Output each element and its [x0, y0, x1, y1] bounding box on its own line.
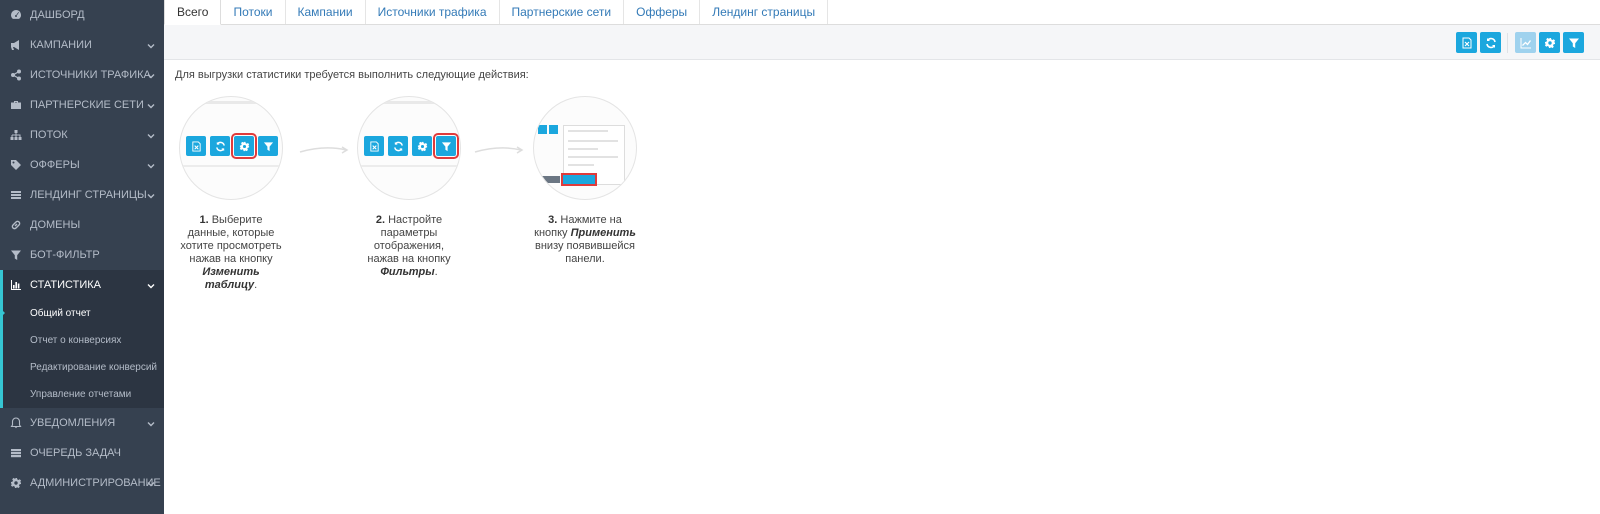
step-2-illustration [357, 96, 461, 200]
nav-flow-label: ПОТОК [30, 129, 68, 141]
tab-flows[interactable]: Потоки [221, 0, 286, 24]
sitemap-icon [9, 128, 23, 142]
filter-icon [433, 133, 459, 159]
nav-partner-networks[interactable]: ПАРТНЕРСКИЕ СЕТИ [0, 90, 164, 120]
step-3: 3. Нажмите на кнопку Применить внизу поя… [533, 96, 637, 266]
tasks-icon [9, 446, 23, 460]
share-icon [9, 68, 23, 82]
nav-partner-networks-label: ПАРТНЕРСКИЕ СЕТИ [30, 99, 144, 111]
report-tabs: Всего Потоки Кампании Источники трафика … [164, 0, 1600, 25]
export-excel-button[interactable] [1456, 32, 1477, 53]
nav-administration-label: АДМИНИСТРИРОВАНИЕ [30, 477, 161, 489]
sub-manage-reports[interactable]: Управление отчетами [3, 381, 164, 408]
nav-traffic-sources-label: ИСТОЧНИКИ ТРАФИКА [30, 69, 151, 81]
toolbar [164, 25, 1600, 60]
chevron-down-icon [147, 281, 155, 289]
chevron-down-icon [147, 191, 155, 199]
nav-domains[interactable]: ДОМЕНЫ [0, 210, 164, 240]
filter-panel-mockup [534, 125, 628, 187]
nav-flow[interactable]: ПОТОК [0, 120, 164, 150]
instructions-intro: Для выгрузки статистики требуется выполн… [175, 69, 529, 81]
tab-partner-networks[interactable]: Партнерские сети [500, 0, 625, 24]
tags-icon [9, 158, 23, 172]
nav-offers-label: ОФФЕРЫ [30, 159, 80, 171]
nav-administration[interactable]: АДМИНИСТРИРОВАНИЕ [0, 468, 164, 498]
sub-conversions-report[interactable]: Отчет о конверсиях [3, 327, 164, 354]
nav-dashboard[interactable]: ДАШБОРД [0, 0, 164, 30]
refresh-icon [210, 136, 230, 156]
chevron-down-icon [147, 131, 155, 139]
tab-offers[interactable]: Офферы [624, 0, 701, 24]
chevron-down-icon [147, 419, 155, 427]
chevron-down-icon [147, 101, 155, 109]
filters-button[interactable] [1563, 32, 1584, 53]
cog-icon [231, 133, 257, 159]
refresh-icon [1485, 37, 1496, 48]
step-3-text: 3. Нажмите на кнопку Применить внизу поя… [534, 214, 636, 265]
nav-statistics[interactable]: СТАТИСТИКА [0, 270, 164, 300]
main-content: Всего Потоки Кампании Источники трафика … [164, 0, 1600, 514]
line-chart-icon [1520, 37, 1531, 48]
step-1-text: 1. Выберите данные, которые хотите просм… [180, 214, 282, 291]
chevron-down-icon [147, 161, 155, 169]
nav-notifications[interactable]: УВЕДОМЛЕНИЯ [0, 408, 164, 438]
filter-icon [1568, 38, 1579, 48]
step-1-illustration [179, 96, 283, 200]
list-icon [9, 188, 23, 202]
excel-icon [1462, 37, 1471, 48]
bullhorn-icon [9, 38, 23, 52]
nav-offers[interactable]: ОФФЕРЫ [0, 150, 164, 180]
nav-task-queue[interactable]: ОЧЕРЕДЬ ЗАДАЧ [0, 438, 164, 468]
tab-traffic-sources[interactable]: Источники трафика [366, 0, 500, 24]
apply-button-highlight [561, 173, 597, 186]
briefcase-icon [9, 98, 23, 112]
step-3-illustration [533, 96, 637, 200]
sub-edit-conversions[interactable]: Редактирование конверсий [3, 354, 164, 381]
nav-task-queue-label: ОЧЕРЕДЬ ЗАДАЧ [30, 447, 121, 459]
nav-bot-filter-label: БОТ-ФИЛЬТР [30, 249, 100, 261]
nav-traffic-sources[interactable]: ИСТОЧНИКИ ТРАФИКА [0, 60, 164, 90]
arrow-icon [473, 143, 527, 157]
chart-toggle-button[interactable] [1515, 32, 1536, 53]
cog-icon [1544, 37, 1555, 48]
step-2-text: 2. Настройте параметры отображения, нажа… [367, 214, 451, 278]
toolbar-divider [1507, 33, 1508, 53]
cog-icon [9, 476, 23, 490]
step-2: 2. Настройте параметры отображения, нажа… [357, 96, 461, 279]
refresh-button[interactable] [1480, 32, 1501, 53]
chevron-down-icon [147, 479, 155, 487]
sidebar: ДАШБОРД КАМПАНИИ ИСТОЧНИКИ ТРАФИКА ПАРТН… [0, 0, 164, 514]
nav-notifications-label: УВЕДОМЛЕНИЯ [30, 417, 116, 429]
nav-campaigns-label: КАМПАНИИ [30, 39, 92, 51]
nav-dashboard-label: ДАШБОРД [30, 9, 85, 21]
nav-bot-filter[interactable]: БОТ-ФИЛЬТР [0, 240, 164, 270]
chevron-down-icon [147, 71, 155, 79]
nav-campaigns[interactable]: КАМПАНИИ [0, 30, 164, 60]
excel-icon [364, 136, 384, 156]
bell-icon [9, 416, 23, 430]
tab-total[interactable]: Всего [164, 0, 222, 25]
edit-table-button[interactable] [1539, 32, 1560, 53]
chevron-down-icon [147, 41, 155, 49]
sub-general-report[interactable]: Общий отчет [0, 300, 164, 327]
nav-landing-pages-label: ЛЕНДИНГ СТРАНИЦЫ [30, 189, 147, 201]
cog-icon [412, 136, 432, 156]
nav-statistics-label: СТАТИСТИКА [30, 279, 101, 291]
arrow-icon [298, 143, 352, 157]
bar-chart-icon [9, 278, 23, 292]
nav-landing-pages[interactable]: ЛЕНДИНГ СТРАНИЦЫ [0, 180, 164, 210]
excel-icon [186, 136, 206, 156]
statistics-submenu: Общий отчет Отчет о конверсиях Редактиро… [0, 300, 164, 408]
refresh-icon [388, 136, 408, 156]
tab-landing-pages[interactable]: Лендинг страницы [700, 0, 829, 24]
step-1: 1. Выберите данные, которые хотите просм… [179, 96, 283, 292]
filter-icon [258, 136, 278, 156]
nav-domains-label: ДОМЕНЫ [30, 219, 81, 231]
filter-icon [9, 248, 23, 262]
dashboard-icon [9, 8, 23, 22]
link-icon [9, 218, 23, 232]
tab-campaigns[interactable]: Кампании [286, 0, 366, 24]
